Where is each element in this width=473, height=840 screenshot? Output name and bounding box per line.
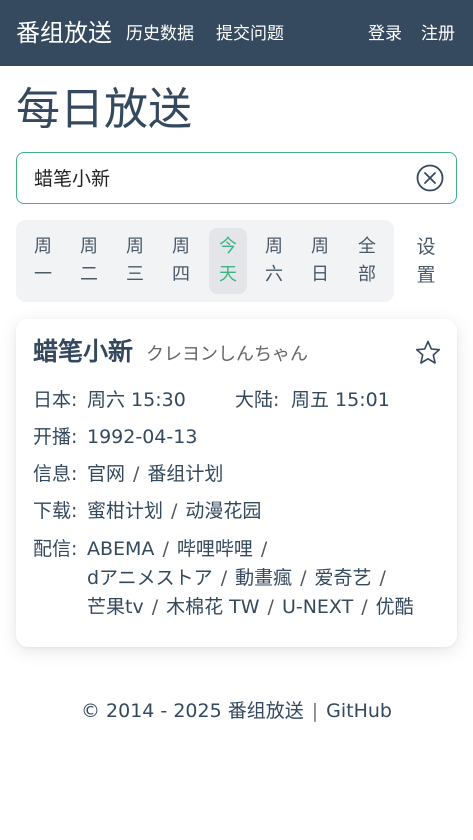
- separator: /: [171, 500, 178, 522]
- anime-title[interactable]: 蜡笔小新: [33, 335, 133, 369]
- info-label: 信息:: [33, 463, 78, 485]
- footer: © 2014 - 2025 番组放送 | GitHub: [0, 698, 473, 724]
- start-date-value: 1992-04-13: [87, 426, 198, 448]
- download-link-mikan[interactable]: 蜜柑计划: [87, 500, 163, 522]
- stream-link-gamer[interactable]: 動畫瘋: [235, 567, 292, 589]
- tab-wednesday[interactable]: 周三: [116, 228, 154, 294]
- nav-login-link[interactable]: 登录: [368, 22, 402, 46]
- anime-title-original: クレヨンしんちゃん: [146, 344, 308, 365]
- search-input-value[interactable]: 蜡笔小新: [34, 167, 110, 191]
- clear-search-icon[interactable]: [416, 164, 444, 192]
- stream-link-unext[interactable]: U-NEXT: [282, 596, 353, 618]
- stream-link-abema[interactable]: ABEMA: [87, 538, 154, 560]
- nav-register-link[interactable]: 注册: [421, 22, 455, 46]
- download-link-dmhy[interactable]: 动漫花园: [185, 500, 261, 522]
- nav-history-link[interactable]: 历史数据: [126, 22, 194, 46]
- info-link-official[interactable]: 官网: [87, 463, 125, 485]
- separator: /: [162, 538, 169, 560]
- footer-divider: |: [311, 700, 319, 722]
- nav-issue-link[interactable]: 提交问题: [216, 22, 284, 46]
- separator: /: [267, 596, 274, 618]
- stream-link-mgtv[interactable]: 芒果tv: [87, 596, 144, 618]
- china-time-value: 周五 15:01: [291, 389, 390, 411]
- separator: /: [151, 596, 159, 618]
- separator: /: [300, 567, 307, 589]
- stream-link-iqiyi[interactable]: 爱奇艺: [315, 567, 372, 589]
- stream-link-muse-tw[interactable]: 木棉花 TW: [166, 596, 259, 618]
- download-label: 下载:: [33, 500, 78, 522]
- tab-thursday[interactable]: 周四: [162, 228, 200, 294]
- japan-time-label: 日本:: [33, 389, 78, 411]
- anime-card: 蜡笔小新 クレヨンしんちゃん 日本: 周六 15:30 大陆: 周五 15:01…: [16, 319, 457, 647]
- stream-link-youku[interactable]: 优酷: [376, 596, 414, 618]
- copyright-text: © 2014 - 2025 番组放送: [81, 700, 304, 722]
- weekday-tabs: 周一 周二 周三 周四 今天 周六 周日 全部: [16, 220, 394, 302]
- settings-button[interactable]: 设 置: [408, 233, 444, 289]
- github-link[interactable]: GitHub: [326, 700, 392, 722]
- navbar: 番组放送 历史数据 提交问题 登录 注册: [0, 0, 473, 66]
- page-title: 每日放送: [16, 84, 192, 135]
- tab-sunday[interactable]: 周日: [301, 228, 339, 294]
- search-input[interactable]: 蜡笔小新: [16, 152, 457, 204]
- tab-monday[interactable]: 周一: [24, 228, 62, 294]
- stream-link-bilibili[interactable]: 哔哩哔哩: [177, 538, 253, 560]
- info-link-bangumi[interactable]: 番组计划: [147, 463, 223, 485]
- brand-logo-link[interactable]: 番组放送: [16, 17, 112, 49]
- separator: /: [379, 567, 386, 589]
- tab-today[interactable]: 今天: [209, 228, 247, 294]
- tab-tuesday[interactable]: 周二: [70, 228, 108, 294]
- tab-saturday[interactable]: 周六: [255, 228, 293, 294]
- stream-link-danime[interactable]: dアニメストア: [87, 567, 213, 589]
- star-icon[interactable]: [414, 339, 442, 367]
- streaming-label: 配信:: [33, 538, 78, 560]
- separator: /: [220, 567, 228, 589]
- separator: /: [260, 538, 268, 560]
- start-date-label: 开播:: [33, 426, 78, 448]
- tab-all[interactable]: 全部: [348, 228, 386, 294]
- separator: /: [133, 463, 140, 485]
- japan-time-value: 周六 15:30: [87, 389, 186, 411]
- separator: /: [361, 596, 368, 618]
- china-time-label: 大陆:: [235, 389, 280, 411]
